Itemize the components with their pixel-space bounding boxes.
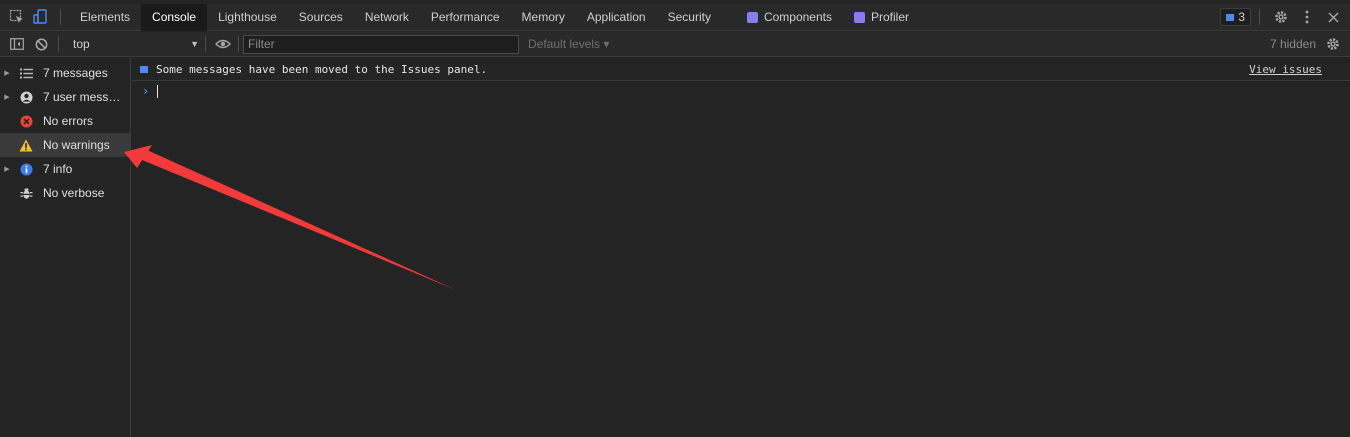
tab-console[interactable]: Console bbox=[141, 3, 208, 31]
tab-elements[interactable]: Elements bbox=[69, 4, 141, 31]
list-icon bbox=[17, 66, 35, 80]
toolbar-separator-2 bbox=[205, 36, 206, 52]
sidebar-item-warnings[interactable]: No warnings bbox=[0, 133, 130, 157]
sidebar-item-label: No verbose bbox=[43, 186, 105, 200]
actions-separator bbox=[1259, 9, 1260, 25]
tab-label: Memory bbox=[521, 10, 565, 24]
tab-label: Elements bbox=[80, 10, 131, 24]
tab-label: Security bbox=[667, 10, 711, 24]
expand-triangle-icon: ▶ bbox=[4, 166, 10, 173]
tabbar-separator bbox=[60, 9, 61, 25]
issue-flag-icon bbox=[140, 65, 148, 73]
context-label: top bbox=[73, 37, 90, 51]
console-toolbar: top ▼ Filter Default levels ▾ 7 hidden bbox=[0, 32, 1350, 57]
context-caret-icon: ▼ bbox=[190, 39, 199, 49]
tab-sources[interactable]: Sources bbox=[288, 4, 354, 31]
tab-components[interactable]: Components bbox=[736, 4, 843, 31]
tab-label: Console bbox=[152, 10, 197, 24]
tab-label: Sources bbox=[298, 10, 343, 24]
sidebar-item-verbose[interactable]: No verbose bbox=[0, 181, 130, 205]
view-issues-link[interactable]: View issues bbox=[1249, 63, 1322, 76]
console-prompt[interactable]: › bbox=[132, 81, 1350, 101]
toolbar-separator bbox=[58, 36, 59, 52]
clear-icon bbox=[35, 38, 47, 50]
hidden-count: 7 hidden bbox=[1269, 37, 1316, 51]
eye-icon bbox=[215, 39, 231, 49]
sidebar-item-label: 7 messages bbox=[43, 66, 108, 80]
console-settings-button[interactable] bbox=[1322, 33, 1344, 55]
tab-label: Network bbox=[364, 10, 409, 24]
filter-input[interactable]: Filter bbox=[243, 34, 519, 54]
tabbar-actions: 3 bbox=[1220, 4, 1350, 31]
issues-moved-message: Some messages have been moved to the Iss… bbox=[132, 58, 1350, 81]
text-cursor bbox=[157, 84, 159, 98]
clear-console-button[interactable] bbox=[30, 33, 52, 55]
sidebar-item-errors[interactable]: No errors bbox=[0, 109, 130, 133]
sidebar-item-label: No warnings bbox=[43, 138, 110, 152]
tab-label: Performance bbox=[430, 10, 500, 24]
tab-network[interactable]: Network bbox=[354, 4, 420, 31]
tab-label: Components bbox=[763, 10, 832, 24]
tab-memory[interactable]: Memory bbox=[511, 4, 576, 31]
live-expression-button[interactable] bbox=[212, 33, 234, 55]
context-selector[interactable]: top ▼ bbox=[65, 37, 205, 51]
toggle-sidebar-button[interactable] bbox=[6, 33, 28, 55]
close-devtools-button[interactable] bbox=[1320, 4, 1346, 30]
sidebar-item-user-messages[interactable]: ▶ 7 user messa... bbox=[0, 85, 130, 109]
inspect-icon bbox=[9, 9, 23, 23]
expand-triangle-icon: ▶ bbox=[4, 70, 10, 77]
console-sidebar: ▶ 7 messages ▶ 7 user messa... No errors… bbox=[0, 58, 131, 437]
tab-performance[interactable]: Performance bbox=[420, 4, 511, 31]
close-icon bbox=[1328, 12, 1338, 22]
tab-label: Lighthouse bbox=[218, 10, 277, 24]
kebab-menu-icon bbox=[1305, 10, 1309, 24]
console-output: Some messages have been moved to the Iss… bbox=[132, 58, 1350, 437]
prompt-chevron-icon: › bbox=[142, 84, 150, 98]
issues-count: 3 bbox=[1238, 10, 1245, 24]
tab-strip: Elements Console Lighthouse Sources Network P… bbox=[69, 3, 920, 31]
tab-profiler[interactable]: Profiler bbox=[843, 4, 920, 31]
inspect-element-button[interactable] bbox=[6, 6, 28, 28]
sidebar-toggle-icon bbox=[10, 38, 24, 50]
tab-label: Application bbox=[586, 10, 646, 24]
tab-label: Profiler bbox=[871, 10, 910, 24]
issue-flag-icon bbox=[1226, 13, 1235, 21]
warning-icon bbox=[17, 138, 35, 152]
sidebar-item-info[interactable]: ▶ 7 info bbox=[0, 157, 130, 181]
tab-application[interactable]: Application bbox=[576, 4, 657, 31]
gear-icon bbox=[1275, 11, 1287, 23]
sidebar-item-label: 7 user messa... bbox=[43, 90, 121, 104]
device-icon bbox=[33, 9, 47, 24]
error-icon bbox=[17, 114, 35, 128]
sidebar-item-label: No errors bbox=[43, 114, 94, 128]
info-icon bbox=[17, 162, 35, 176]
gear-icon bbox=[1327, 38, 1339, 50]
expand-triangle-icon: ▶ bbox=[4, 94, 10, 101]
message-text: Some messages have been moved to the Iss… bbox=[156, 62, 488, 76]
log-levels-dropdown[interactable]: Default levels ▾ bbox=[528, 37, 609, 51]
tab-lighthouse[interactable]: Lighthouse bbox=[207, 4, 288, 31]
tab-security[interactable]: Security bbox=[657, 4, 722, 31]
sidebar-item-label: 7 info bbox=[43, 162, 73, 176]
sidebar-item-messages[interactable]: ▶ 7 messages bbox=[0, 61, 130, 85]
more-options-button[interactable] bbox=[1294, 4, 1320, 30]
react-extension-icon bbox=[746, 11, 758, 23]
bug-icon bbox=[17, 186, 35, 200]
react-extension-icon bbox=[854, 11, 865, 23]
issues-badge[interactable]: 3 bbox=[1220, 8, 1251, 26]
user-icon bbox=[17, 90, 35, 104]
devtools-tabbar: Elements Console Lighthouse Sources Network P… bbox=[0, 3, 1350, 31]
settings-button[interactable] bbox=[1268, 4, 1294, 30]
toolbar-separator-3 bbox=[238, 36, 239, 52]
device-toolbar-button[interactable] bbox=[30, 6, 52, 28]
